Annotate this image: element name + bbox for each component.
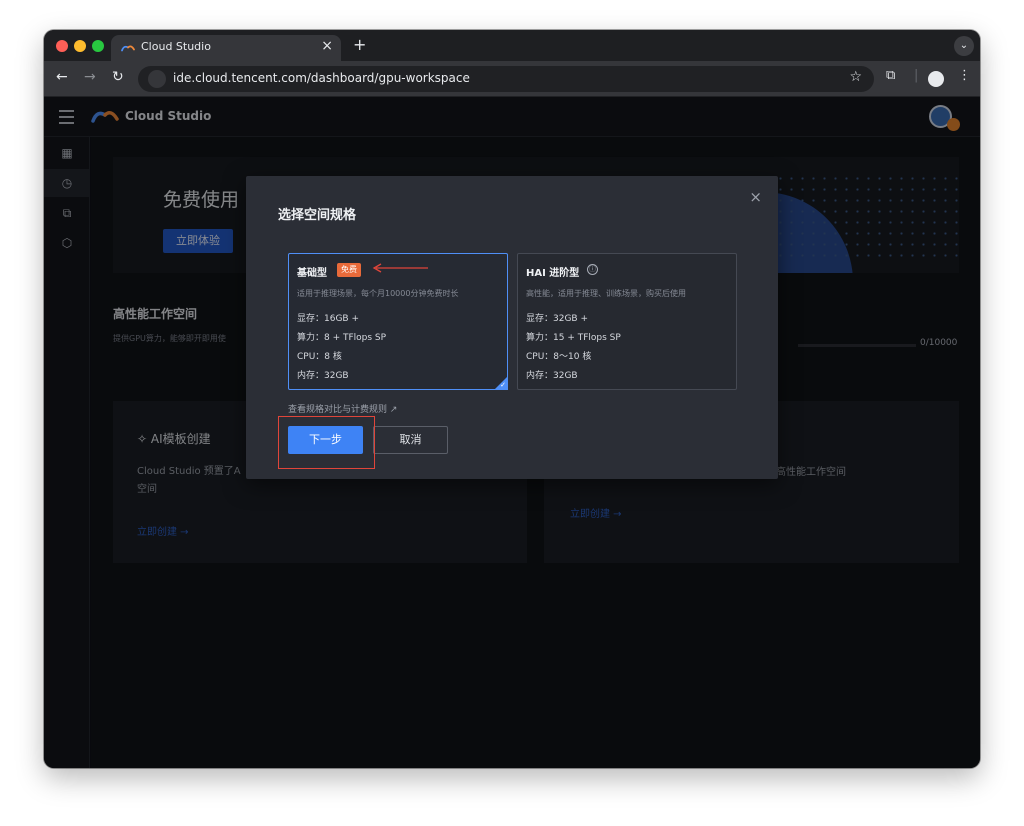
browser-window: Cloud Studio × + ⌄ ← → ↻ ide.cloud.tence… [44, 30, 980, 768]
close-icon[interactable]: × [749, 188, 762, 206]
compare-pricing-link[interactable]: 查看规格对比与计费规则 ↗ [288, 402, 397, 415]
reload-icon[interactable]: ↻ [112, 69, 124, 85]
new-tab-icon[interactable]: + [353, 35, 366, 54]
tab-close-icon[interactable]: × [321, 38, 333, 54]
annotation-arrow-icon [372, 263, 428, 273]
minimize-window-button[interactable] [74, 40, 86, 52]
checkmark-icon: ✓ [500, 381, 506, 389]
profile-icon[interactable] [928, 71, 944, 87]
plan-hai-advanced-option[interactable]: HAI 进阶型 ⓘ 高性能，适用于推理、训练场景，购买后使用 显存：32GB +… [517, 253, 737, 390]
tab-bar: Cloud Studio × + ⌄ [44, 30, 980, 61]
cancel-button[interactable]: 取消 [373, 426, 448, 454]
zoom-window-button[interactable] [92, 40, 104, 52]
browser-menu-icon[interactable]: ⋮ [958, 68, 971, 83]
tab-title: Cloud Studio [141, 40, 211, 53]
dialog-title: 选择空间规格 [278, 208, 357, 223]
plan-description: 高性能，适用于推理、训练场景，购买后使用 [526, 289, 686, 298]
plan-description: 适用于推理场景，每个月10000分钟免费时长 [297, 289, 459, 298]
cloud-studio-logo-icon [121, 45, 135, 52]
select-spec-dialog: 选择空间规格 × 基础型 免费 适用于推理场景，每个月10000分钟免费时长 显… [246, 176, 778, 479]
toolbar-divider: | [914, 68, 919, 83]
tab-search-chevron-icon[interactable]: ⌄ [954, 36, 974, 56]
spec-compute: 算力：8 + TFlops SP [297, 333, 387, 343]
plan-name: 基础型 [297, 268, 327, 279]
bookmark-star-icon[interactable]: ☆ [849, 69, 862, 85]
spec-cpu: CPU：8 核 [297, 352, 342, 362]
extensions-icon[interactable]: ⧉ [886, 68, 895, 83]
browser-toolbar: ← → ↻ ide.cloud.tencent.com/dashboard/gp… [44, 61, 980, 97]
spec-memory: 内存：32GB [297, 371, 349, 381]
spec-cpu: CPU：8～10 核 [526, 352, 592, 362]
forward-arrow-icon[interactable]: → [84, 69, 96, 85]
url-text: ide.cloud.tencent.com/dashboard/gpu-work… [173, 71, 470, 85]
info-icon[interactable]: ⓘ [587, 264, 598, 275]
address-bar[interactable]: ide.cloud.tencent.com/dashboard/gpu-work… [138, 66, 874, 92]
spec-memory: 内存：32GB [526, 371, 578, 381]
plan-name: HAI 进阶型 [526, 268, 580, 279]
site-info-icon[interactable] [148, 70, 166, 88]
close-window-button[interactable] [56, 40, 68, 52]
spec-compute: 算力：15 + TFlops SP [526, 333, 621, 343]
spec-vram: 显存：16GB + [297, 314, 360, 324]
back-arrow-icon[interactable]: ← [56, 69, 68, 85]
annotation-highlight-box [278, 416, 375, 469]
browser-tab[interactable]: Cloud Studio × [111, 35, 341, 61]
spec-vram: 显存：32GB + [526, 314, 589, 324]
free-badge: 免费 [337, 263, 361, 277]
